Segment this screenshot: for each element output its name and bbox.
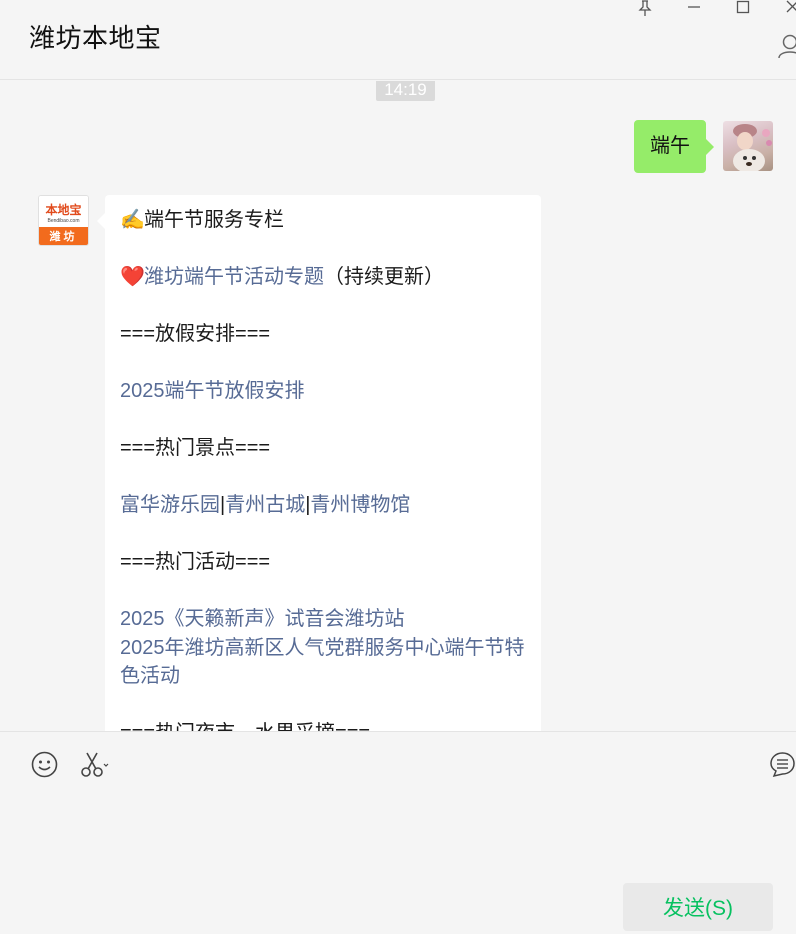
heart-icon: ❤️ xyxy=(120,266,145,288)
activity-link-1[interactable]: 2025《天籁新声》试音会潍坊站 xyxy=(120,608,405,630)
avatar-logo-top: 本地宝 Bendibao.com xyxy=(39,196,88,227)
holiday-link[interactable]: 2025端午节放假安排 xyxy=(120,380,305,402)
minimize-icon xyxy=(688,6,700,8)
spot-link-2[interactable]: 青州古城 xyxy=(225,494,305,516)
avatar-url: Bendibao.com xyxy=(47,218,80,224)
chat-history-button[interactable] xyxy=(769,751,796,783)
screenshot-button[interactable] xyxy=(80,751,110,783)
avatar-city: 潍坊 xyxy=(39,227,88,245)
message-list[interactable]: 14:19 端午 本地宝 Bendibao.com 潍坊 ✍️端午节服务专栏 ❤… xyxy=(0,81,796,731)
chat-history-icon xyxy=(770,752,795,778)
topic-suffix: （持续更新） xyxy=(324,266,444,288)
avatar-brand: 本地宝 xyxy=(45,203,82,217)
message-input-area: 发送(S) xyxy=(0,731,796,934)
message-line-header: ✍️端午节服务专栏 xyxy=(120,206,526,235)
message-line-topic: ❤️潍坊端午节活动专题（持续更新） xyxy=(120,263,526,292)
message-editor[interactable] xyxy=(20,792,760,872)
scissors-icon xyxy=(81,752,109,777)
my-avatar-photo xyxy=(733,124,772,171)
chat-info-button[interactable] xyxy=(776,32,796,62)
message-timestamp: 14:19 xyxy=(376,81,435,101)
received-message-bubble[interactable]: ✍️端午节服务专栏 ❤️潍坊端午节活动专题（持续更新） ===放假安排=== 2… xyxy=(97,195,541,731)
section-heading-night-market: ===热门夜市、水果采摘=== xyxy=(120,719,526,731)
activity-link-2[interactable]: 2025年潍坊高新区人气党群服务中心端午节特色活动 xyxy=(120,637,525,688)
spot-link-1[interactable]: 富华游乐园 xyxy=(120,494,220,516)
emoji-button[interactable] xyxy=(31,751,58,783)
minimize-button[interactable] xyxy=(682,0,706,16)
pin-button[interactable] xyxy=(633,0,657,16)
send-button[interactable]: 发送(S) xyxy=(623,883,773,931)
maximize-icon xyxy=(736,0,750,14)
maximize-button[interactable] xyxy=(731,0,755,16)
official-account-avatar[interactable]: 本地宝 Bendibao.com 潍坊 xyxy=(38,195,89,246)
section-heading-holiday: ===放假安排=== xyxy=(120,323,271,345)
close-icon xyxy=(786,0,796,13)
chat-header: 潍坊本地宝 xyxy=(0,0,796,80)
pin-icon xyxy=(638,0,652,16)
chat-title: 潍坊本地宝 xyxy=(29,23,162,53)
emoji-icon xyxy=(31,751,58,778)
section-heading-activities: ===热门活动=== xyxy=(120,551,271,573)
topic-link[interactable]: 潍坊端午节活动专题 xyxy=(144,266,324,288)
section-heading-spots: ===热门景点=== xyxy=(120,437,271,459)
column-title: 端午节服务专栏 xyxy=(144,209,284,231)
writing-hand-icon: ✍️ xyxy=(120,209,145,231)
my-avatar[interactable] xyxy=(723,121,773,171)
my-message-bubble[interactable]: 端午 xyxy=(634,120,714,173)
person-icon xyxy=(778,34,796,59)
spots-line: 富华游乐园|青州古城|青州博物馆 xyxy=(120,491,526,520)
close-button[interactable] xyxy=(780,0,796,16)
spot-link-3[interactable]: 青州博物馆 xyxy=(310,494,410,516)
